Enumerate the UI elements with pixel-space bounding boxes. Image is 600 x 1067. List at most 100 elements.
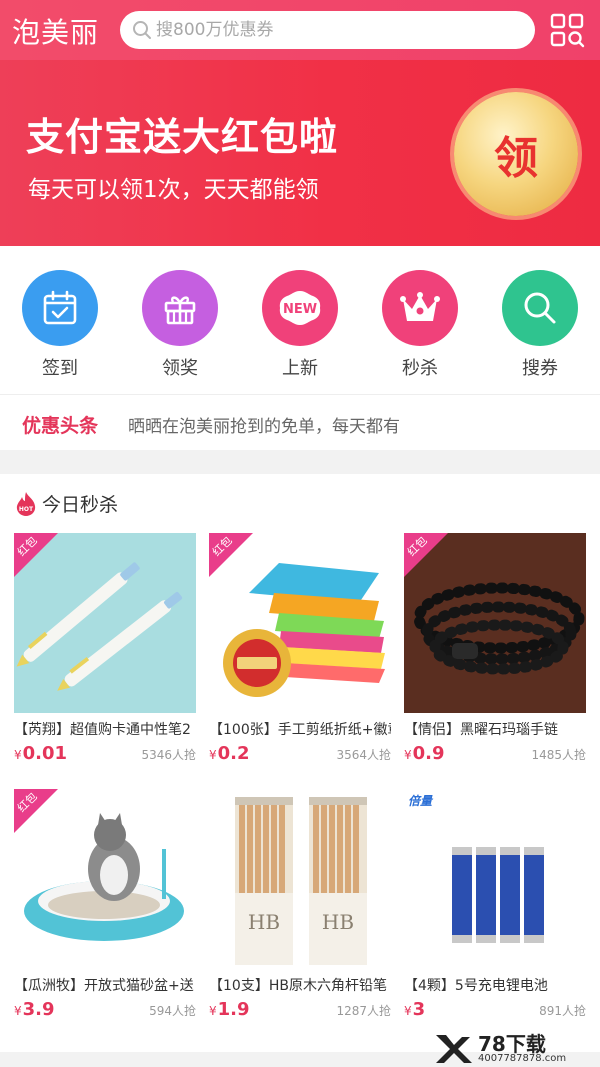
banner-title: 支付宝送大红包啦 xyxy=(26,115,339,159)
top-bar: 泡美丽 xyxy=(0,0,600,60)
search-icon xyxy=(524,292,556,324)
sold-count: 1287人抢 xyxy=(336,1004,391,1018)
nav-circle xyxy=(22,270,98,346)
price-row: ¥0.9 1485人抢 xyxy=(404,743,586,764)
headline-ticker[interactable]: 优惠头条 晒晒在泡美丽抢到的免单，每天都有 xyxy=(0,394,600,450)
battery-image: 倍量 xyxy=(408,794,544,943)
section-title: 今日秒杀 xyxy=(42,494,119,516)
app-page: 泡美丽 支付宝送大红包啦 每天可以领1次，天天都能领 领 xyxy=(0,0,600,1067)
hot-badge-text: HOT xyxy=(19,506,34,513)
nav-item-reward[interactable]: 领奖 xyxy=(135,270,225,380)
claim-coin-button[interactable]: 领 xyxy=(454,92,578,216)
price-row: ¥0.01 5346人抢 xyxy=(14,743,196,764)
currency-symbol: ¥ xyxy=(14,1004,22,1018)
product-card[interactable]: 红包 【100张】手工剪纸折纸+徽章 ¥0.2 3564人抢 xyxy=(209,533,391,764)
product-card[interactable]: HB HB 【10支】HB原木六角杆铅笔 ¥1.9 1287人抢 xyxy=(209,789,391,1020)
crown-icon xyxy=(400,292,440,321)
nav-item-new[interactable]: NEW 上新 xyxy=(255,270,345,380)
category-grid-icon[interactable] xyxy=(549,12,585,48)
product-image[interactable]: 红包 xyxy=(14,533,196,713)
sold-count: 5346人抢 xyxy=(141,748,196,762)
nav-label-flash-sale: 秒杀 xyxy=(402,358,438,379)
product-price: ¥3 xyxy=(404,999,425,1020)
hot-flame-icon: HOT xyxy=(16,491,36,516)
product-image[interactable]: 红包 xyxy=(404,533,586,713)
price-row: ¥1.9 1287人抢 xyxy=(209,999,391,1020)
search-bar[interactable] xyxy=(120,11,535,49)
search-icon xyxy=(133,21,151,39)
product-image[interactable]: 红包 xyxy=(209,533,391,713)
nav-label-search-coupon: 搜券 xyxy=(522,358,558,379)
pencil-hb-text-2: HB xyxy=(322,910,354,934)
currency-symbol: ¥ xyxy=(209,1004,217,1018)
product-card[interactable]: 红包 【芮翔】超值购卡通中性笔2 ¥0.01 5346人抢 xyxy=(14,533,196,764)
nav-label-new: 上新 xyxy=(282,358,318,379)
currency-symbol: ¥ xyxy=(404,748,412,762)
sold-count: 3564人抢 xyxy=(336,748,391,762)
sold-count: 1485人抢 xyxy=(531,748,586,762)
gift-icon xyxy=(164,296,196,325)
product-name: 【芮翔】超值购卡通中性笔2 xyxy=(14,722,191,738)
nav-label-reward: 领奖 xyxy=(162,358,198,379)
nav-circle xyxy=(502,270,578,346)
nav-item-search-coupon[interactable]: 搜券 xyxy=(495,270,585,380)
price-value: 0.9 xyxy=(412,743,445,764)
product-card[interactable]: 红包 【情侣】黑曜石玛瑙手链 ¥0.9 1485人抢 xyxy=(404,533,586,764)
app-logo[interactable]: 泡美丽 xyxy=(12,11,99,51)
section-header: HOT 今日秒杀 xyxy=(14,490,118,517)
watermark-text-block: 78下载 4007787878.com xyxy=(478,1034,566,1064)
calendar-check-icon xyxy=(43,290,77,325)
product-image[interactable]: 红包 xyxy=(14,789,196,969)
battery-brand-text: 倍量 xyxy=(408,794,434,808)
product-card[interactable]: 倍量 【4颗】5号充电锂电池 ¥3 891人抢 xyxy=(404,789,586,1020)
product-price: ¥3.9 xyxy=(14,999,55,1020)
price-row: ¥3.9 594人抢 xyxy=(14,999,196,1020)
product-price: ¥1.9 xyxy=(209,999,250,1020)
product-name: 【10支】HB原木六角杆铅笔 xyxy=(209,978,387,994)
watermark-logo-icon xyxy=(436,1034,472,1063)
watermark-url: 4007787878.com xyxy=(478,1052,567,1064)
site-watermark: 78下载 4007787878.com xyxy=(432,1030,600,1067)
flash-sale-section: HOT 今日秒杀 红包 【芮翔】超值购卡通中性笔2 ¥0.01 5346人抢 红… xyxy=(0,474,600,1052)
price-value: 3 xyxy=(412,999,426,1020)
ticker-text[interactable]: 晒晒在泡美丽抢到的免单，每天都有 xyxy=(128,412,400,437)
price-row: ¥3 891人抢 xyxy=(404,999,586,1020)
product-price: ¥0.2 xyxy=(209,743,250,764)
nav-label-checkin: 签到 xyxy=(42,358,78,379)
new-badge-icon: NEW xyxy=(279,291,321,325)
price-value: 0.2 xyxy=(217,743,250,764)
product-name: 【4颗】5号充电锂电池 xyxy=(404,978,548,994)
price-value: 0.01 xyxy=(22,743,68,764)
product-card[interactable]: 红包 【瓜洲牧】开放式猫砂盆+送 ¥3.9 594人抢 xyxy=(14,789,196,1020)
product-name: 【情侣】黑曜石玛瑙手链 xyxy=(404,722,558,738)
nav-item-checkin[interactable]: 签到 xyxy=(15,270,105,380)
promo-banner[interactable]: 支付宝送大红包啦 每天可以领1次，天天都能领 领 xyxy=(0,60,600,246)
currency-symbol: ¥ xyxy=(209,748,217,762)
nav-item-flash-sale[interactable]: 秒杀 xyxy=(375,270,465,380)
nav-circle xyxy=(382,270,458,346)
pencil-tube-image: HB HB xyxy=(235,797,367,965)
currency-symbol: ¥ xyxy=(14,748,22,762)
sold-count: 891人抢 xyxy=(539,1004,586,1018)
ticker-tag: 优惠头条 xyxy=(22,415,99,437)
price-value: 3.9 xyxy=(22,999,55,1020)
banner-subtitle: 每天可以领1次，天天都能领 xyxy=(28,177,319,203)
sold-count: 594人抢 xyxy=(149,1004,196,1018)
currency-symbol: ¥ xyxy=(404,1004,412,1018)
product-image[interactable]: HB HB xyxy=(209,789,391,969)
quick-nav: 签到 领奖 NEW 上新 秒杀 搜券 xyxy=(0,246,600,394)
nav-circle: NEW xyxy=(262,270,338,346)
product-name: 【100张】手工剪纸折纸+徽章 xyxy=(209,722,391,738)
claim-coin-label: 领 xyxy=(494,133,538,184)
product-image[interactable]: 倍量 xyxy=(404,789,586,969)
price-row: ¥0.2 3564人抢 xyxy=(209,743,391,764)
pencil-hb-text-1: HB xyxy=(248,910,280,934)
product-name: 【瓜洲牧】开放式猫砂盆+送 xyxy=(14,978,194,994)
price-value: 1.9 xyxy=(217,999,250,1020)
search-input[interactable] xyxy=(156,20,516,40)
product-price: ¥0.01 xyxy=(14,743,67,764)
new-badge-text: NEW xyxy=(283,302,317,317)
nav-circle xyxy=(142,270,218,346)
watermark-title: 78下载 xyxy=(478,1031,546,1056)
product-price: ¥0.9 xyxy=(404,743,445,764)
